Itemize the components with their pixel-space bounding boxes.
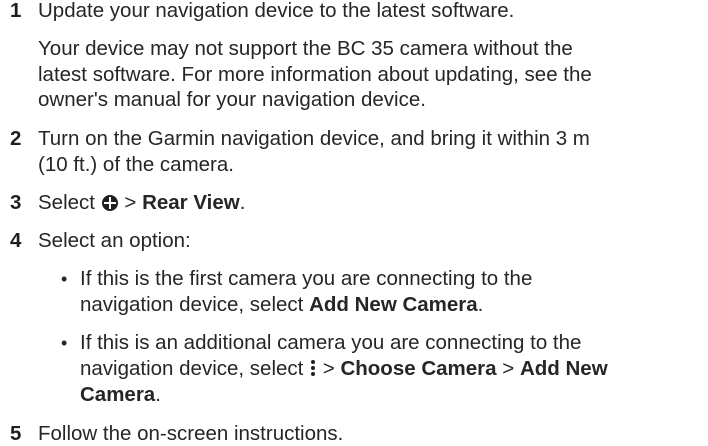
bullet-1-line-1: If this is the first camera you are conn… bbox=[80, 267, 533, 290]
step-number-1: 1 bbox=[10, 0, 22, 22]
step-2-line-2: (10 ft.) of the camera. bbox=[38, 153, 234, 176]
step-3-separator: > bbox=[124, 191, 137, 214]
bullet-1-marker: • bbox=[61, 269, 68, 289]
step-3-prefix: Select bbox=[38, 191, 95, 214]
step-2-line-1: Turn on the Garmin navigation device, an… bbox=[38, 127, 590, 150]
bullet-2-sep-1: > bbox=[322, 357, 335, 380]
step-1-note-line-2: latest software. For more information ab… bbox=[38, 63, 592, 86]
step-1-text: Update your navigation device to the lat… bbox=[38, 0, 515, 22]
bullet-2-sep-2: > bbox=[502, 357, 515, 380]
step-number-5: 5 bbox=[10, 422, 22, 445]
step-4-text: Select an option: bbox=[38, 229, 191, 252]
step-number-2: 2 bbox=[10, 127, 22, 150]
menu-kebab-icon bbox=[309, 358, 317, 378]
bullet-2-marker: • bbox=[61, 333, 68, 353]
bullet-2-line-2-text: navigation device, select bbox=[80, 357, 310, 380]
bullet-2-line-2: navigation device, select > Choose Camer… bbox=[80, 357, 608, 381]
step-3-text: Select > Rear View. bbox=[38, 191, 245, 215]
bullet-1-end: . bbox=[477, 293, 484, 316]
bullet-2-bold-2: Add New bbox=[519, 357, 608, 380]
step-1-note-line-3: owner's manual for your navigation devic… bbox=[38, 88, 426, 111]
bullet-2-bold-3: Camera bbox=[80, 383, 156, 406]
bullet-1-line-2-text: navigation device, select bbox=[80, 293, 310, 316]
step-3-target: Rear View bbox=[142, 191, 240, 214]
step-3-end: . bbox=[239, 191, 246, 214]
bullet-2-end: . bbox=[155, 383, 161, 406]
step-number-4: 4 bbox=[10, 229, 22, 252]
bullet-1-line-2: navigation device, select Add New Camera… bbox=[80, 293, 483, 317]
bullet-2-bold-1: Choose Camera bbox=[340, 357, 497, 380]
step-number-3: 3 bbox=[10, 191, 22, 214]
bullet-1-bold: Add New Camera bbox=[309, 293, 478, 316]
bullet-2-line-1: If this is an additional camera you are … bbox=[80, 331, 582, 354]
bullet-2-line-3: Camera. bbox=[80, 383, 161, 407]
step-5-text: Follow the on-screen instructions. bbox=[38, 422, 344, 445]
step-1-note-line-1: Your device may not support the BC 35 ca… bbox=[38, 37, 573, 60]
apps-grid-icon bbox=[101, 195, 118, 211]
